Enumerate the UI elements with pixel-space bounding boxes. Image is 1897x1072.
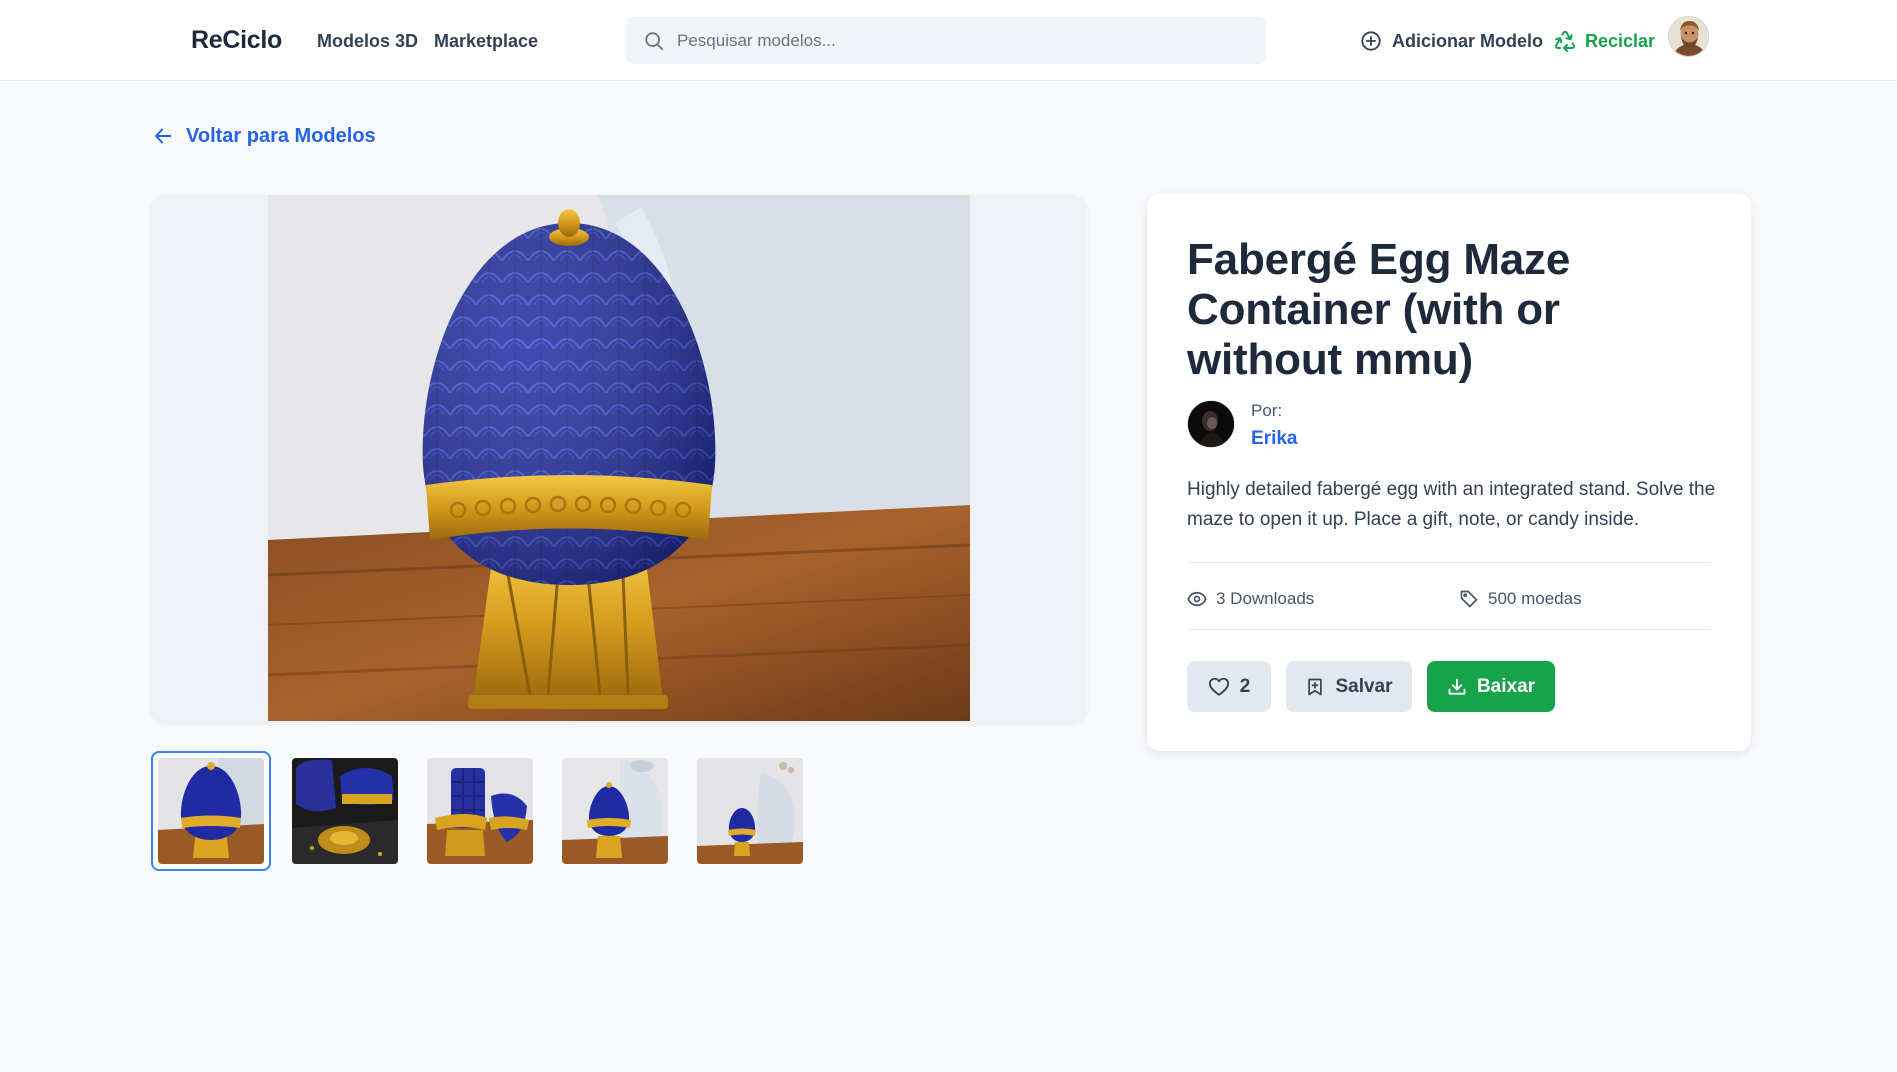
recycle-icon — [1554, 30, 1576, 52]
model-description: Highly detailed fabergé egg with an inte… — [1187, 479, 1716, 530]
heart-icon — [1208, 677, 1229, 696]
model-title: Fabergé Egg Maze Container (with or with… — [1187, 235, 1571, 384]
download-label: Baixar — [1476, 675, 1536, 697]
search-bar — [626, 17, 1266, 64]
thumbnail-4[interactable] — [562, 758, 668, 864]
top-navbar: ReCiclo Modelos 3D Marketplace Adicionar… — [0, 0, 1897, 81]
model-info-card: Fabergé Egg Maze Container (with or with… — [1147, 194, 1751, 751]
recycle-button[interactable]: Reciclar — [1553, 28, 1655, 54]
like-count: 2 — [1239, 675, 1251, 697]
download-button[interactable]: Baixar — [1427, 661, 1555, 712]
author-avatar[interactable] — [1187, 400, 1235, 448]
thumbnail-3[interactable] — [427, 758, 533, 864]
like-button[interactable]: 2 — [1187, 661, 1271, 712]
thumbnail-2[interactable] — [292, 758, 398, 864]
downloads-count: 3 Downloads — [1216, 589, 1315, 608]
arrow-left-icon — [155, 128, 172, 144]
nav-link-marketplace[interactable]: Marketplace — [434, 31, 538, 52]
price-value: 500 moedas — [1488, 589, 1582, 608]
download-icon — [1448, 678, 1466, 695]
author-by-label: Por: — [1251, 401, 1283, 420]
stats-divider-top — [1187, 562, 1711, 563]
user-avatar[interactable] — [1668, 16, 1709, 57]
nav-link-3d-models[interactable]: Modelos 3D — [317, 31, 418, 52]
thumbnail-1[interactable] — [158, 758, 264, 864]
plus-circle-icon — [1361, 31, 1381, 51]
main-image-card — [151, 195, 1086, 721]
eye-icon — [1187, 591, 1207, 607]
add-model-button[interactable]: Adicionar Modelo — [1360, 28, 1543, 54]
save-label: Salvar — [1335, 675, 1393, 697]
tag-icon — [1460, 590, 1478, 608]
brand-logo[interactable]: ReCiclo — [191, 26, 282, 55]
downloads-stat: 3 Downloads — [1187, 587, 1314, 611]
back-to-models-link[interactable]: Voltar para Modelos — [152, 123, 376, 149]
save-button[interactable]: Salvar — [1286, 661, 1412, 712]
user-avatar-image — [1669, 17, 1708, 56]
back-link-label: Voltar para Modelos — [186, 124, 376, 147]
author-name-link[interactable]: Erika — [1251, 428, 1297, 450]
price-stat: 500 moedas — [1459, 587, 1582, 611]
search-icon — [645, 32, 664, 51]
add-model-label: Adicionar Modelo — [1392, 30, 1544, 51]
main-product-photo[interactable] — [268, 195, 970, 721]
recycle-label: Reciclar — [1585, 30, 1656, 51]
search-input[interactable] — [677, 18, 1257, 63]
author-avatar-image — [1188, 401, 1234, 447]
thumbnail-5[interactable] — [697, 758, 803, 864]
bookmark-plus-icon — [1308, 678, 1323, 695]
stats-divider-bottom — [1187, 629, 1711, 630]
